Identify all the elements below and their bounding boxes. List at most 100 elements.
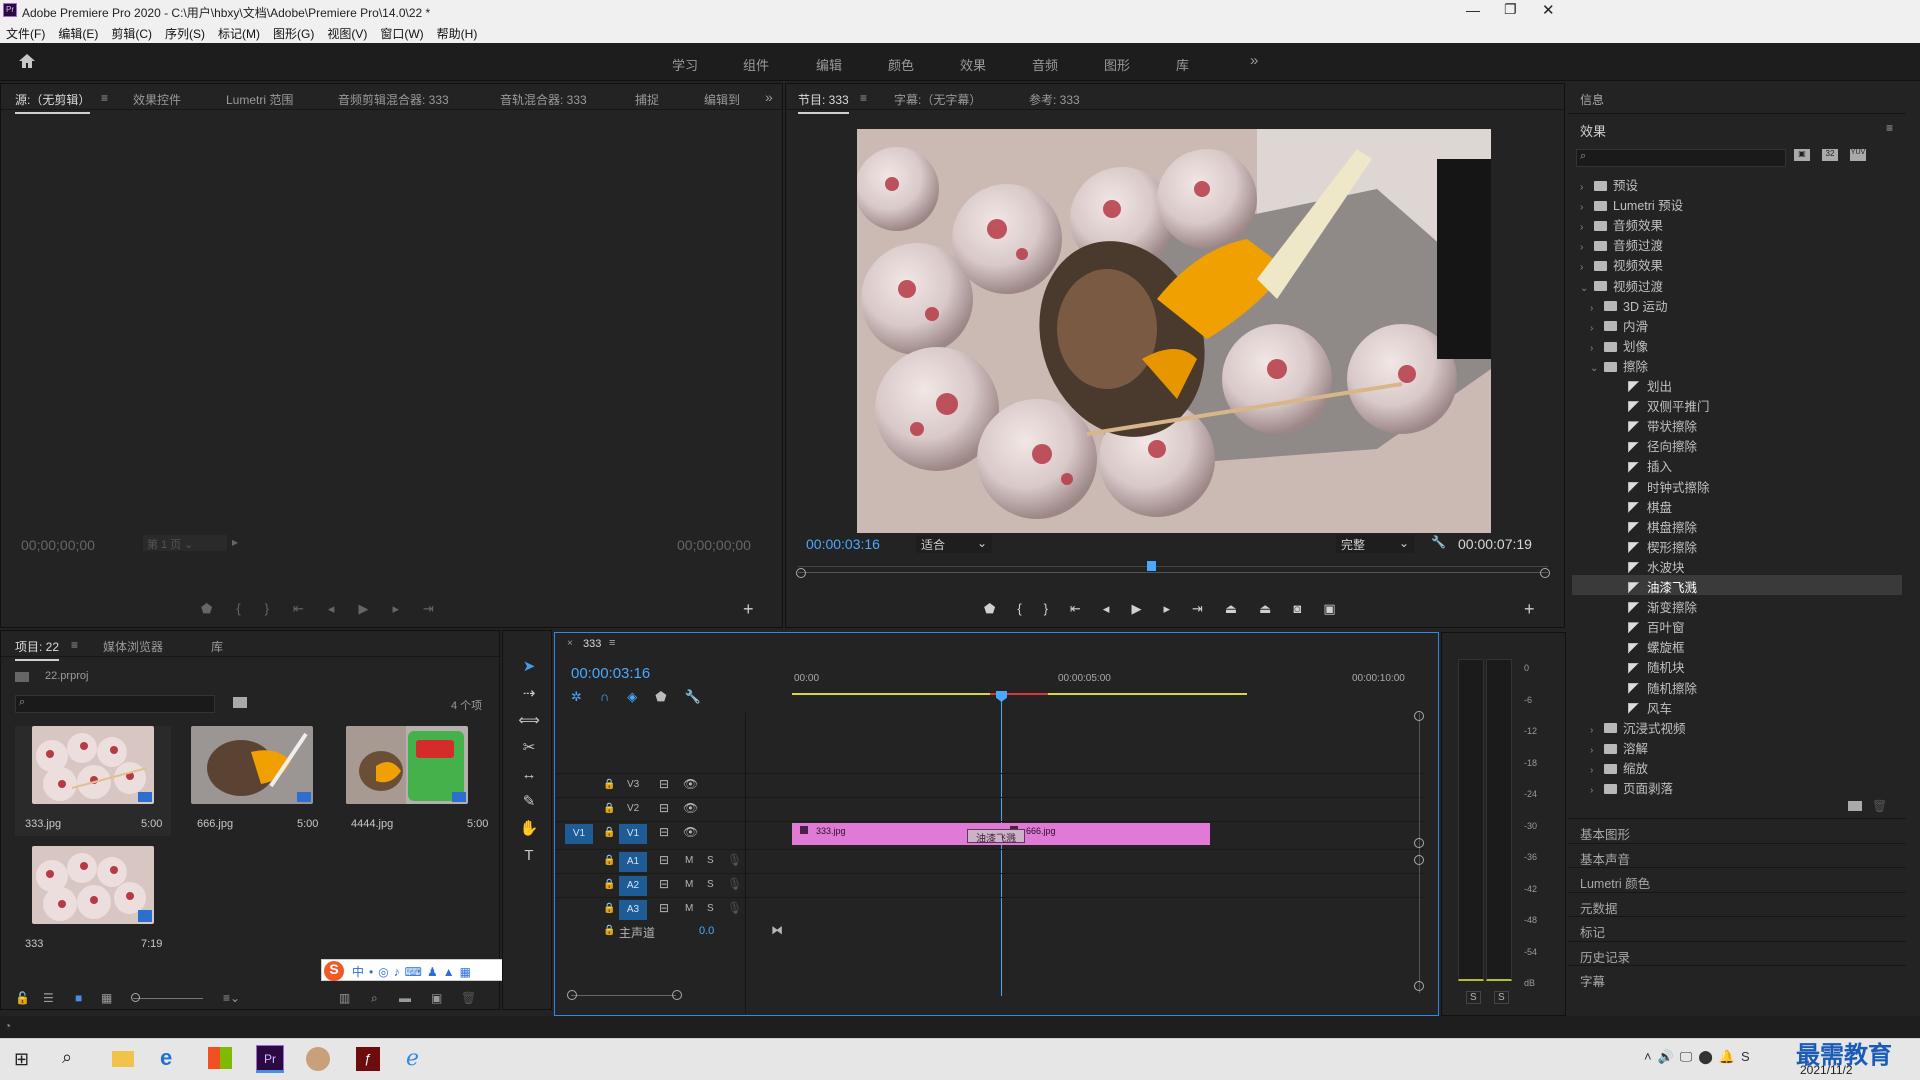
eye-icon[interactable]: 👁 [683,801,698,815]
lock-icon[interactable]: 🔒 [603,903,615,914]
step-forward-icon[interactable]: ▸ [1163,601,1192,616]
tab-libraries[interactable]: 库 [211,638,223,655]
lift-icon[interactable]: ⏏ [1225,601,1259,616]
thumbnail-size-slider[interactable] [133,998,203,999]
scroll-knob-top[interactable] [1414,711,1424,721]
sync-lock-icon[interactable]: ⊟ [659,901,669,915]
tab-edit-to[interactable]: 编辑到 [704,91,740,108]
effects-folder[interactable]: › 页面剥落 [1572,776,1902,796]
lock-icon[interactable]: 🔒 [603,827,615,838]
export-frame-icon[interactable]: ◙ [1293,601,1323,616]
tab-effect-controls[interactable]: 效果控件 [133,91,181,108]
workspace-audio[interactable]: 音频 [1032,55,1058,74]
clear-icon[interactable]: 🗑 [461,991,476,1005]
menu-help[interactable]: 帮助(H) [431,22,485,42]
taskbar-search-icon[interactable]: ⌕ [62,1047,72,1068]
menu-clip[interactable]: 剪辑(C) [105,22,159,42]
add-marker-icon[interactable]: ⬟ [655,689,684,704]
chevron-right-icon[interactable]: › [1590,323,1604,334]
zoom-handle-left[interactable] [796,568,806,578]
mark-in-icon[interactable]: { [1017,601,1043,616]
menu-marker[interactable]: 标记(M) [212,22,267,42]
effects-folder[interactable]: › 沉浸式视频 [1572,716,1902,736]
workspace-libraries[interactable]: 库 [1176,55,1189,74]
effects-folder[interactable]: › 内滑 [1572,314,1902,334]
yuv-effects-icon[interactable]: YUV [1850,149,1866,161]
ie-browser-icon[interactable]: ℯ [406,1045,419,1071]
nest-toggle-icon[interactable]: ✲ [571,689,600,704]
chevron-down-icon[interactable]: ⌄ [1590,363,1604,374]
ime-toolbar[interactable]: S 中•◎♪⌨♟▲▦ [321,959,526,981]
effect-item[interactable]: 时钟式擦除 [1572,475,1902,495]
new-bin-icon[interactable]: ▬ [399,991,411,1005]
photo-app-icon[interactable] [306,1047,330,1071]
clip-333-jpg[interactable]: 333.jpg [792,823,978,845]
compare-view-icon[interactable]: ▣ [1323,601,1357,616]
program-playhead[interactable] [1146,561,1156,571]
edge-browser-icon[interactable]: e [160,1045,172,1071]
mute-button[interactable]: M [685,879,693,890]
menu-file[interactable]: 文件(F) [0,22,52,42]
mic-icon[interactable]: 🎙 [727,853,742,867]
tab-capture[interactable]: 捕捉 [635,91,659,108]
new-item-icon[interactable]: ▣ [431,991,442,1005]
tab-lumetri-scopes[interactable]: Lumetri 范围 [226,91,293,108]
linked-selection-icon[interactable]: ◈ [627,689,655,704]
go-to-out-icon[interactable]: ⇥ [423,601,458,616]
chevron-down-icon[interactable]: ⌄ [1580,283,1594,294]
mic-icon[interactable]: 🎙 [727,901,742,915]
chevron-right-icon[interactable]: › [1590,725,1604,736]
menu-graphics[interactable]: 图形(G) [267,22,321,42]
menu-sequence[interactable]: 序列(S) [159,22,212,42]
panel-section-header[interactable]: 基本图形 [1568,818,1906,842]
timeline-ruler[interactable]: 00:00 00:00:05:00 00:00:10:00 [792,671,1405,707]
effects-folder[interactable]: › 缩放 [1572,756,1902,776]
source-patch[interactable]: V1 [565,824,593,844]
step-back-icon[interactable]: ◂ [1103,601,1132,616]
page-select[interactable]: 第 1 页 ⌄ [143,535,227,551]
effect-item[interactable]: 随机擦除 [1572,676,1902,696]
sort-icon[interactable]: ≡⌄ [223,991,240,1005]
add-button-icon[interactable]: + [1524,599,1535,620]
effect-item[interactable]: 插入 [1572,454,1902,474]
project-item[interactable]: 333 7:19 [15,846,171,956]
list-view-icon[interactable]: ☰ [43,991,54,1005]
zoom-handle-right[interactable] [672,990,682,1000]
workspace-learn[interactable]: 学习 [672,55,698,74]
horizontal-zoom-bar[interactable] [571,995,676,996]
eye-icon[interactable]: 👁 [683,777,698,791]
effects-folder[interactable]: › Lumetri 预设 [1572,193,1902,213]
zoom-handle-left[interactable] [567,990,577,1000]
tab-media-browser[interactable]: 媒体浏览器 [103,638,163,655]
panel-menu-icon[interactable]: ≡ [1886,121,1893,135]
more-workspaces-icon[interactable]: » [1250,52,1258,69]
effect-item[interactable]: 带状擦除 [1572,414,1902,434]
store-app-icon[interactable] [208,1047,232,1069]
accelerated-effects-icon[interactable]: ▣ [1794,149,1810,161]
effect-item[interactable]: 双侧平推门 [1572,394,1902,414]
chevron-right-icon[interactable]: › [1580,202,1594,213]
type-tool-icon[interactable]: T [517,842,541,869]
effects-folder[interactable]: ⌄ 视频过渡 [1572,274,1902,294]
effect-item[interactable]: 径向擦除 [1572,434,1902,454]
tab-project[interactable]: 项目: 22 [15,638,60,661]
timeline-timecode[interactable]: 00:00:03:16 [571,665,650,682]
eye-icon[interactable]: 👁 [683,825,698,839]
effect-item[interactable]: 划出 [1572,374,1902,394]
snap-icon[interactable]: ∩ [600,689,627,704]
solo-button[interactable]: S [707,879,714,890]
effect-item[interactable]: 油漆飞溅 [1572,575,1902,595]
razor-tool-icon[interactable]: ✂ [517,734,541,761]
transition-paint-splatter[interactable]: 油漆飞溅 [967,829,1025,845]
fit-dropdown[interactable]: 适合 ⌄ [916,535,992,553]
tab-menu-icon[interactable]: ≡ [860,91,867,105]
selection-tool-icon[interactable]: ➤ [517,653,541,680]
panel-section-header[interactable]: 标记 [1568,916,1906,940]
close-icon[interactable]: ✕ [1542,1,1555,19]
extract-icon[interactable]: ⏏ [1259,601,1293,616]
freeform-view-icon[interactable]: ▦ [101,991,112,1005]
more-tabs-icon[interactable]: » [765,89,773,105]
mute-button[interactable]: M [685,903,693,914]
effects-folder[interactable]: › 3D 运动 [1572,294,1902,314]
program-scrubber[interactable] [796,561,1550,578]
